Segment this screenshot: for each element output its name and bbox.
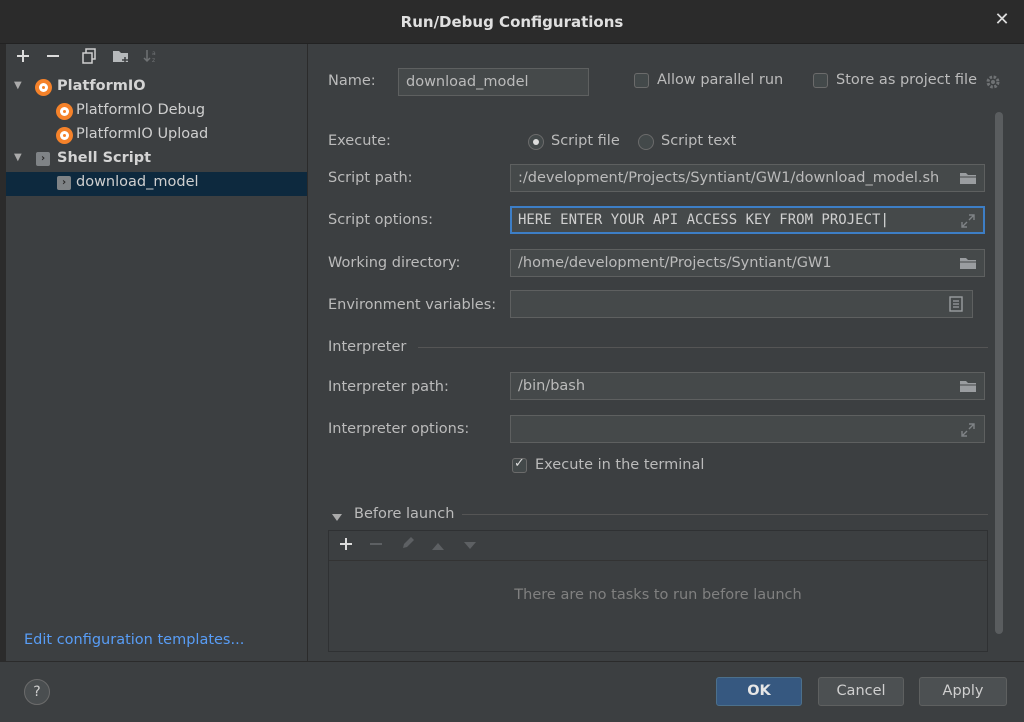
plus-icon[interactable] (12, 48, 34, 70)
minus-icon[interactable] (42, 48, 64, 70)
platformio-icon (56, 127, 73, 144)
section-divider (418, 347, 988, 348)
chevron-down-icon[interactable]: ▼ (14, 152, 26, 164)
shell-script-icon: › (36, 152, 50, 166)
arrow-up-icon[interactable] (427, 534, 449, 556)
store-project-label: Store as project file (836, 72, 977, 88)
ok-button[interactable]: OK (716, 677, 802, 706)
expand-icon[interactable] (960, 213, 978, 229)
tree-group-label: Shell Script (57, 150, 152, 166)
script-path-field[interactable]: :/development/Projects/Syntiant/GW1/down… (510, 164, 985, 192)
script-options-input[interactable]: HERE ENTER YOUR API ACCESS KEY FROM PROJ… (510, 206, 985, 234)
interpreter-options-input[interactable] (510, 415, 985, 443)
tree-group-label: PlatformIO (57, 78, 146, 94)
window-title: Run/Debug Configurations (400, 13, 624, 31)
script-options-value: HERE ENTER YOUR API ACCESS KEY FROM PROJ… (518, 212, 881, 228)
section-divider (462, 514, 988, 515)
interpreter-path-value: /bin/bash (518, 378, 586, 394)
interpreter-section-title: Interpreter (328, 339, 407, 355)
copy-icon[interactable] (78, 48, 100, 70)
new-folder-icon[interactable] (110, 48, 132, 70)
execute-label: Execute: (328, 133, 391, 149)
chevron-down-icon[interactable] (332, 510, 344, 521)
script-file-radio[interactable] (528, 134, 544, 150)
tree-group-shell-script[interactable]: ▼ › Shell Script (6, 148, 307, 172)
working-dir-value: /home/development/Projects/Syntiant/GW1 (518, 255, 832, 271)
arrow-down-icon[interactable] (459, 534, 481, 556)
working-dir-label: Working directory: (328, 255, 461, 271)
script-text-radio[interactable] (638, 134, 654, 150)
minus-icon[interactable] (365, 534, 387, 556)
svg-text:a: a (152, 50, 156, 57)
interpreter-path-field[interactable]: /bin/bash (510, 372, 985, 400)
working-dir-field[interactable]: /home/development/Projects/Syntiant/GW1 (510, 249, 985, 277)
close-icon[interactable]: ✕ (992, 10, 1012, 30)
vertical-scrollbar[interactable] (995, 112, 1003, 634)
sort-icon[interactable]: az (140, 48, 162, 70)
shell-script-icon: › (57, 176, 71, 190)
edit-templates-link[interactable]: Edit configuration templates... (24, 632, 244, 648)
script-text-label: Script text (661, 133, 737, 149)
script-file-label: Script file (551, 133, 620, 149)
folder-icon[interactable] (959, 171, 977, 187)
before-launch-panel: There are no tasks to run before launch (328, 530, 988, 652)
interpreter-options-label: Interpreter options: (328, 421, 470, 437)
expand-icon[interactable] (960, 422, 978, 438)
folder-icon[interactable] (959, 379, 977, 395)
env-vars-label: Environment variables: (328, 297, 497, 313)
tree-item-label: download_model (76, 174, 199, 190)
svg-text:z: z (152, 57, 155, 64)
document-icon[interactable] (949, 296, 967, 312)
script-options-label: Script options: (328, 212, 433, 228)
before-launch-empty-text: There are no tasks to run before launch (514, 587, 802, 603)
platformio-icon (56, 103, 73, 120)
execute-terminal-label: Execute in the terminal (535, 457, 705, 473)
script-path-label: Script path: (328, 170, 413, 186)
folder-icon[interactable] (959, 256, 977, 272)
tree-item-platformio-debug[interactable]: PlatformIO Debug (6, 100, 307, 124)
allow-parallel-label: Allow parallel run (657, 72, 784, 88)
dialog-footer: ? OK Cancel Apply (0, 661, 1024, 722)
interpreter-path-label: Interpreter path: (328, 379, 449, 395)
name-input[interactable]: download_model (398, 68, 589, 96)
apply-button[interactable]: Apply (919, 677, 1007, 706)
tree-item-platformio-upload[interactable]: PlatformIO Upload (6, 124, 307, 148)
title-bar: Run/Debug Configurations ✕ (0, 0, 1024, 44)
chevron-down-icon[interactable]: ▼ (14, 80, 26, 92)
before-launch-toolbar (329, 531, 987, 561)
script-path-value: :/development/Projects/Syntiant/GW1/down… (518, 170, 940, 186)
configurations-panel: az ▼ PlatformIO PlatformIO Debug Platfor… (6, 44, 308, 661)
configuration-form: Name: download_model Allow parallel run … (308, 44, 1024, 661)
tree-group-platformio[interactable]: ▼ PlatformIO (6, 76, 307, 100)
cancel-button[interactable]: Cancel (818, 677, 904, 706)
tree-item-label: PlatformIO Debug (76, 102, 206, 118)
env-vars-input[interactable] (510, 290, 973, 318)
tree-item-label: PlatformIO Upload (76, 126, 209, 142)
plus-icon[interactable] (335, 534, 357, 556)
gear-icon[interactable] (984, 73, 1002, 91)
store-project-checkbox[interactable] (813, 73, 828, 88)
help-button[interactable]: ? (24, 679, 50, 705)
tree-item-download-model[interactable]: › download_model (6, 172, 307, 196)
pencil-icon[interactable] (397, 534, 419, 556)
name-label: Name: (328, 73, 376, 89)
allow-parallel-checkbox[interactable] (634, 73, 649, 88)
before-launch-title: Before launch (354, 506, 455, 522)
execute-terminal-checkbox[interactable] (512, 456, 527, 473)
platformio-icon (35, 79, 52, 96)
